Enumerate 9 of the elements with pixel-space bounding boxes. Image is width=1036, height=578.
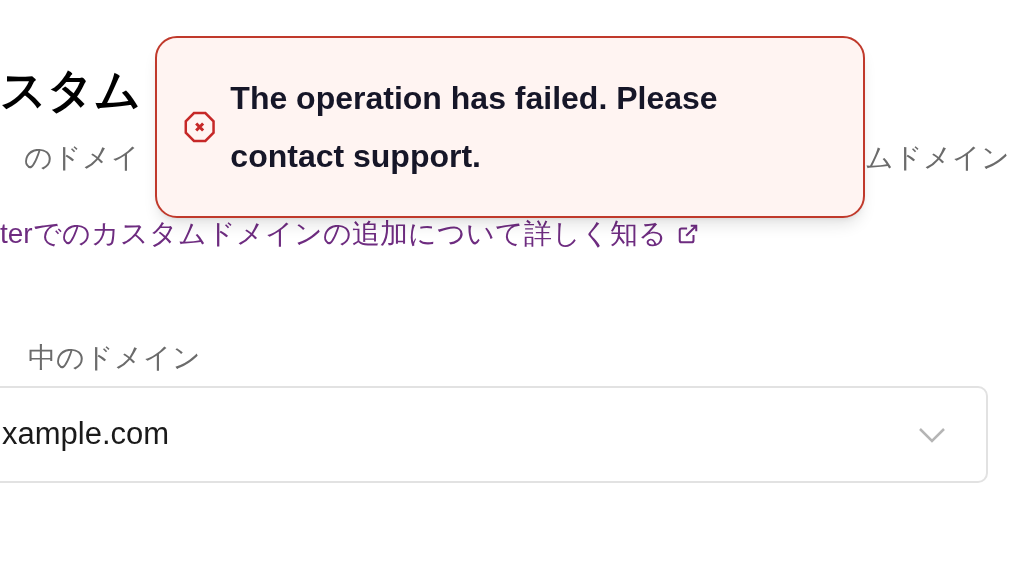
- description-text: のドメイ: [24, 141, 140, 175]
- description-text: ムドメイン: [865, 141, 1010, 175]
- field-label: 中のドメイン: [27, 341, 201, 375]
- page-heading: スタム: [0, 63, 141, 118]
- external-link-icon: [676, 223, 699, 245]
- toast-message: The operation has failed. Please contact support.: [230, 79, 719, 176]
- learn-more-link[interactable]: terでのカスタムドメインの追加について詳しく知る: [0, 216, 699, 252]
- chevron-down-icon: [918, 426, 946, 443]
- domain-select[interactable]: xample.com: [0, 386, 988, 483]
